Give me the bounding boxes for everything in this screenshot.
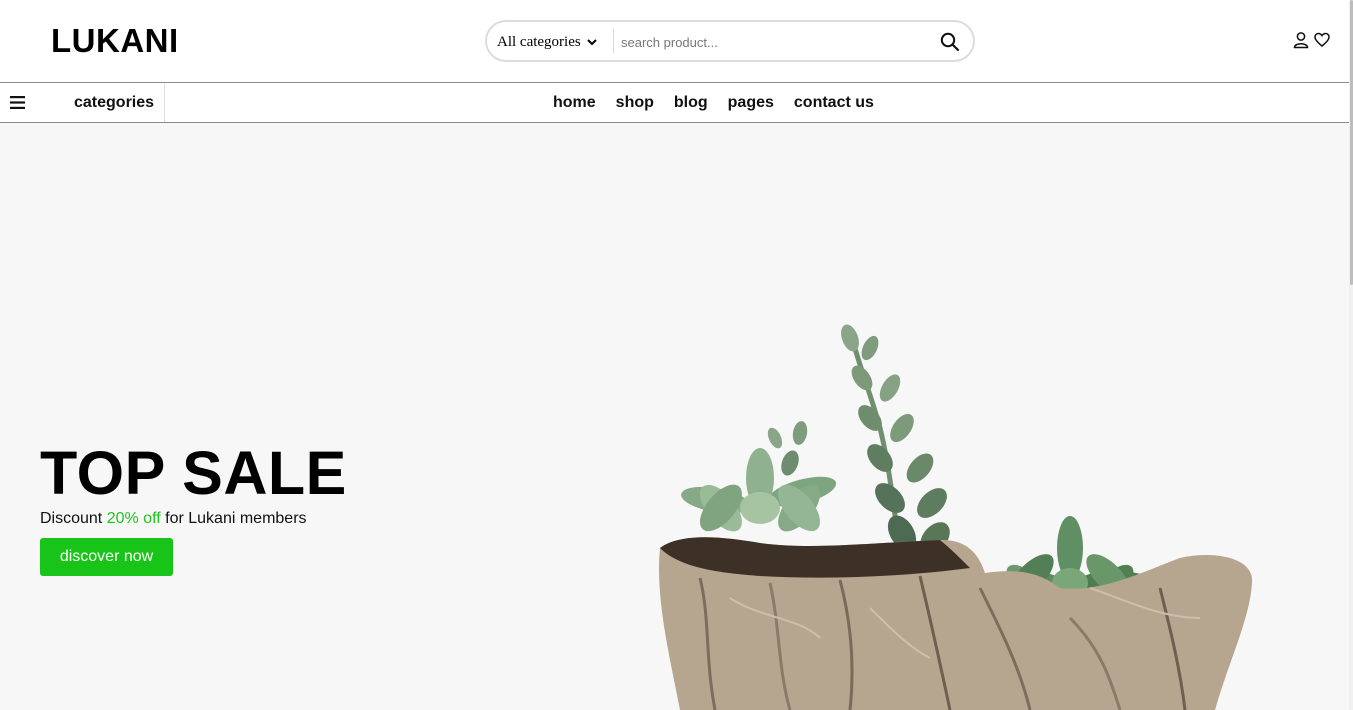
user-icon[interactable]	[1293, 31, 1309, 49]
nav-pages[interactable]: pages	[728, 94, 774, 112]
hero-subtitle-suffix: for Lukani members	[165, 510, 307, 527]
category-select-value: All categories	[497, 33, 581, 50]
nav-home[interactable]: home	[553, 94, 596, 112]
chevron-down-icon	[587, 39, 597, 46]
succulent-planter-image	[659, 324, 1253, 710]
hero-banner: TOP SALE Discount 20% off for Lukani mem…	[0, 123, 1349, 710]
search-input[interactable]	[621, 31, 921, 53]
search-divider	[613, 29, 614, 53]
hero-title: TOP SALE	[40, 439, 347, 507]
hero-discount: 20% off	[106, 510, 161, 527]
hero-subtitle-prefix: Discount	[40, 510, 103, 527]
main-navbar: categories home shop blog pages contact …	[0, 82, 1349, 123]
nav-contact-us[interactable]: contact us	[794, 94, 874, 112]
search-icon[interactable]	[939, 31, 961, 53]
nav-blog[interactable]: blog	[674, 94, 708, 112]
menu-icon[interactable]	[10, 96, 25, 109]
categories-divider	[164, 83, 165, 122]
category-select[interactable]: All categories	[497, 31, 597, 53]
nav-links: home shop blog pages contact us	[553, 94, 874, 112]
nav-shop[interactable]: shop	[616, 94, 654, 112]
categories-button[interactable]: categories	[74, 94, 154, 112]
header-icons	[1293, 31, 1330, 49]
discover-now-button[interactable]: discover now	[40, 538, 173, 576]
heart-icon[interactable]	[1314, 31, 1330, 49]
logo[interactable]: LUKANI	[51, 22, 179, 60]
search-bar: All categories	[485, 20, 975, 62]
hero-subtitle: Discount 20% off for Lukani members	[40, 510, 307, 528]
site-header: LUKANI All categories	[0, 0, 1349, 82]
